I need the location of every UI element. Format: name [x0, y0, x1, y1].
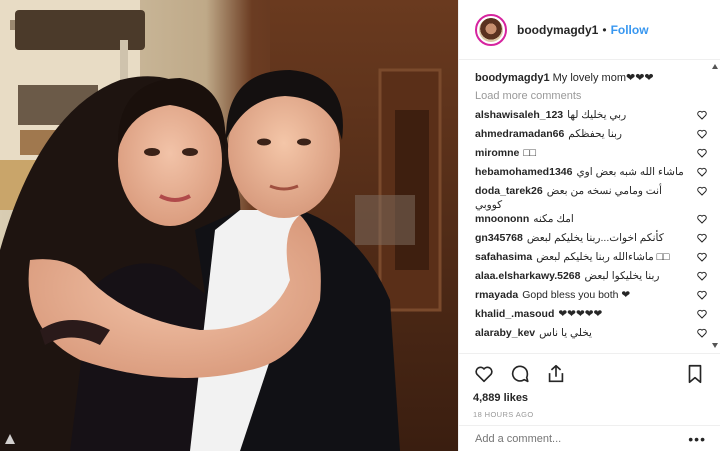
post-actions: 4,889 likes 18 HOURS AGO — [459, 353, 720, 419]
comment-username[interactable]: alaa.elsharkawy.5268 — [475, 270, 580, 282]
comment-row: gn345768 كأنكم اخوات...ربنا يخليكم لبعض — [475, 231, 708, 250]
comment-content: hebamohamed1346 ماشاء الله شبه بعض اوي — [475, 165, 696, 179]
comment-text: Gopd bless you both ❤ — [522, 289, 631, 301]
comment-like-heart-icon[interactable] — [696, 232, 708, 244]
post-header: boodymagdy1 • Follow — [459, 0, 720, 60]
caption: boodymagdy1 My lovely mom❤❤❤ — [475, 70, 708, 86]
comment-row: miromne □□ — [475, 146, 708, 165]
comment-row: ahmedramadan66 ربنا يحفظكم — [475, 127, 708, 146]
share-icon[interactable] — [545, 363, 567, 385]
comment-username[interactable]: hebamohamed1346 — [475, 166, 572, 178]
post-photo[interactable] — [0, 0, 458, 451]
comment-like-heart-icon[interactable] — [696, 327, 708, 339]
comment-username[interactable]: miromne — [475, 147, 519, 159]
comment-like-heart-icon[interactable] — [696, 308, 708, 320]
caption-username[interactable]: boodymagdy1 — [475, 72, 550, 84]
comment-row: rmayada Gopd bless you both ❤ — [475, 288, 708, 307]
comment-row: mnoononn امك مكنه — [475, 212, 708, 231]
comment-content: alaraby_kev يخلي يا ناس — [475, 326, 696, 340]
comment-text: امك مكنه — [533, 213, 574, 225]
photo-illustration — [0, 0, 458, 451]
comment-text: □□ — [523, 147, 537, 159]
comment-like-heart-icon[interactable] — [696, 166, 708, 178]
comment-list: alshawisaleh_123 ربي يخليك لها ahmedramada… — [475, 108, 708, 345]
comment-text: يخلي يا ناس — [539, 327, 592, 339]
add-comment-input[interactable] — [475, 432, 689, 445]
comment-username[interactable]: rmayada — [475, 289, 518, 301]
comment-content: miromne □□ — [475, 146, 696, 160]
more-options-button[interactable]: ••• — [688, 431, 706, 447]
comment-username[interactable]: gn345768 — [475, 232, 523, 244]
comment-content: alshawisaleh_123 ربي يخليك لها — [475, 108, 696, 122]
comment-content: mnoononn امك مكنه — [475, 212, 696, 226]
corner-icon — [4, 433, 16, 445]
comments-scrollbar[interactable] — [712, 64, 718, 348]
header-username[interactable]: boodymagdy1 — [517, 23, 598, 37]
post-sidebar: boodymagdy1 • Follow boodymagdy1 My love… — [458, 0, 720, 451]
post-timestamp[interactable]: 18 HOURS AGO — [473, 410, 706, 419]
likes-count[interactable]: 4,889 likes — [473, 392, 706, 404]
comment-row: hebamohamed1346 ماشاء الله شبه بعض اوي — [475, 165, 708, 184]
comment-username[interactable]: ahmedramadan66 — [475, 128, 564, 140]
comment-text: ❤❤❤❤❤ — [558, 308, 603, 320]
comment-row: alaa.elsharkawy.5268 ربنا يخليكوا لبعض — [475, 269, 708, 288]
comment-content: alaa.elsharkawy.5268 ربنا يخليكوا لبعض — [475, 269, 696, 283]
bookmark-icon[interactable] — [684, 363, 706, 385]
comments-panel[interactable]: boodymagdy1 My lovely mom❤❤❤ Load more c… — [459, 60, 720, 353]
heart-icon[interactable] — [473, 363, 495, 385]
comment-icon[interactable] — [509, 363, 531, 385]
comment-like-heart-icon[interactable] — [696, 185, 708, 197]
comment-username[interactable]: alshawisaleh_123 — [475, 109, 563, 121]
follow-button[interactable]: Follow — [611, 23, 649, 37]
comment-row: doda_tarek26 أنت ومامي نسخه من بعض كووبي — [475, 184, 708, 212]
comment-row: safahasima ماشاءالله ربنا يخليكم لبعض □□ — [475, 250, 708, 269]
comment-content: khalid_.masoud ❤❤❤❤❤ — [475, 307, 696, 321]
comment-like-heart-icon[interactable] — [696, 147, 708, 159]
header-separator: • — [602, 22, 607, 37]
comment-text: ربنا يحفظكم — [568, 128, 622, 140]
comment-username[interactable]: khalid_.masoud — [475, 308, 554, 320]
comment-username[interactable]: doda_tarek26 — [475, 185, 543, 197]
comment-row: alshawisaleh_123 ربي يخليك لها — [475, 108, 708, 127]
comment-row: alaraby_kev يخلي يا ناس — [475, 326, 708, 345]
comment-content: safahasima ماشاءالله ربنا يخليكم لبعض □□ — [475, 250, 696, 264]
comment-text: كأنكم اخوات...ربنا يخليكم لبعض — [526, 232, 664, 244]
comment-like-heart-icon[interactable] — [696, 270, 708, 282]
load-more-comments[interactable]: Load more comments — [475, 88, 708, 104]
comment-like-heart-icon[interactable] — [696, 213, 708, 225]
avatar[interactable] — [475, 13, 507, 46]
comment-like-heart-icon[interactable] — [696, 289, 708, 301]
comment-content: gn345768 كأنكم اخوات...ربنا يخليكم لبعض — [475, 231, 696, 245]
comment-text: ربي يخليك لها — [567, 109, 627, 121]
comment-text: ربنا يخليكوا لبعض — [584, 270, 660, 282]
comment-content: doda_tarek26 أنت ومامي نسخه من بعض كووبي — [475, 184, 696, 212]
comment-row: khalid_.masoud ❤❤❤❤❤ — [475, 307, 708, 326]
comment-like-heart-icon[interactable] — [696, 128, 708, 140]
comment-content: ahmedramadan66 ربنا يحفظكم — [475, 127, 696, 141]
comment-like-heart-icon[interactable] — [696, 109, 708, 121]
comment-username[interactable]: safahasima — [475, 251, 532, 263]
add-comment-bar: ••• — [459, 425, 720, 451]
comment-like-heart-icon[interactable] — [696, 251, 708, 263]
action-icons — [473, 360, 706, 388]
caption-text: My lovely mom❤❤❤ — [552, 72, 654, 84]
instagram-post: boodymagdy1 • Follow boodymagdy1 My love… — [0, 0, 720, 451]
comment-username[interactable]: alaraby_kev — [475, 327, 535, 339]
comment-content: rmayada Gopd bless you both ❤ — [475, 288, 696, 302]
comment-text: ماشاء الله شبه بعض اوي — [576, 166, 684, 178]
comment-username[interactable]: mnoononn — [475, 213, 529, 225]
comment-text: ماشاءالله ربنا يخليكم لبعض □□ — [536, 251, 670, 263]
